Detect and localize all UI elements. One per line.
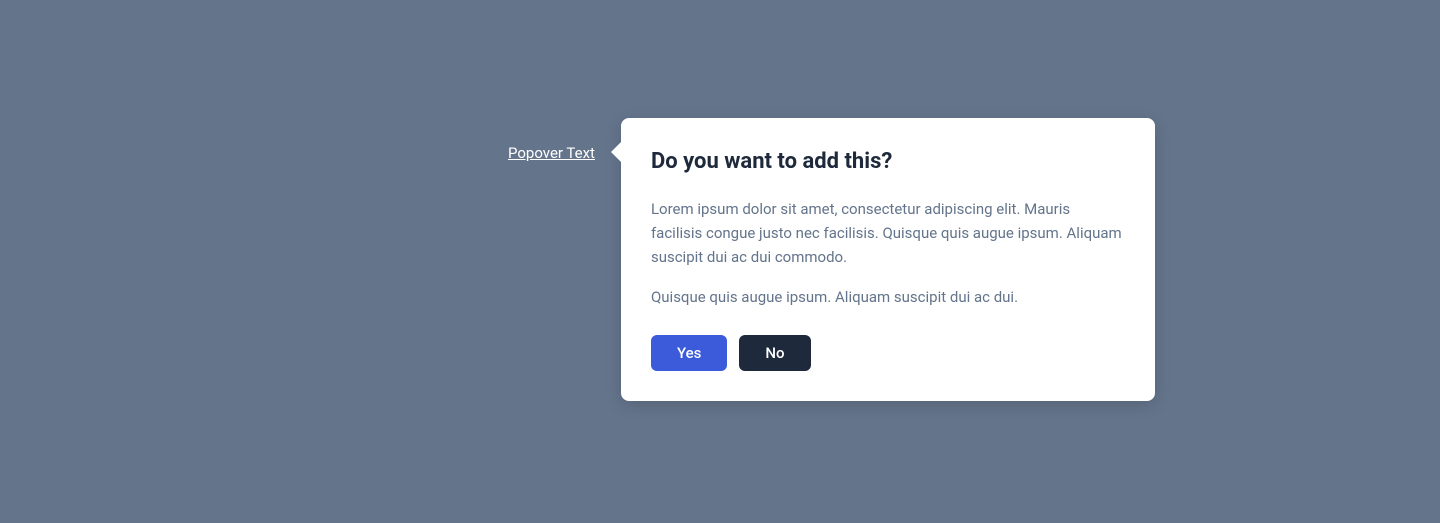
popover-wrapper: Do you want to add this? Lorem ipsum dol… [621,118,1155,401]
yes-button[interactable]: Yes [651,335,727,371]
popover-button-row: Yes No [651,335,1125,371]
popover-arrow-icon [611,142,621,162]
popover-title: Do you want to add this? [651,148,1125,177]
no-button[interactable]: No [739,335,810,371]
popover-body-paragraph-2: Quisque quis augue ipsum. Aliquam suscip… [651,285,1125,309]
popover-container: Popover Text Do you want to add this? Lo… [508,138,1155,401]
popover-body-paragraph-1: Lorem ipsum dolor sit amet, consectetur … [651,197,1125,269]
popover-trigger-link[interactable]: Popover Text [508,138,595,164]
popover-panel: Do you want to add this? Lorem ipsum dol… [621,118,1155,401]
